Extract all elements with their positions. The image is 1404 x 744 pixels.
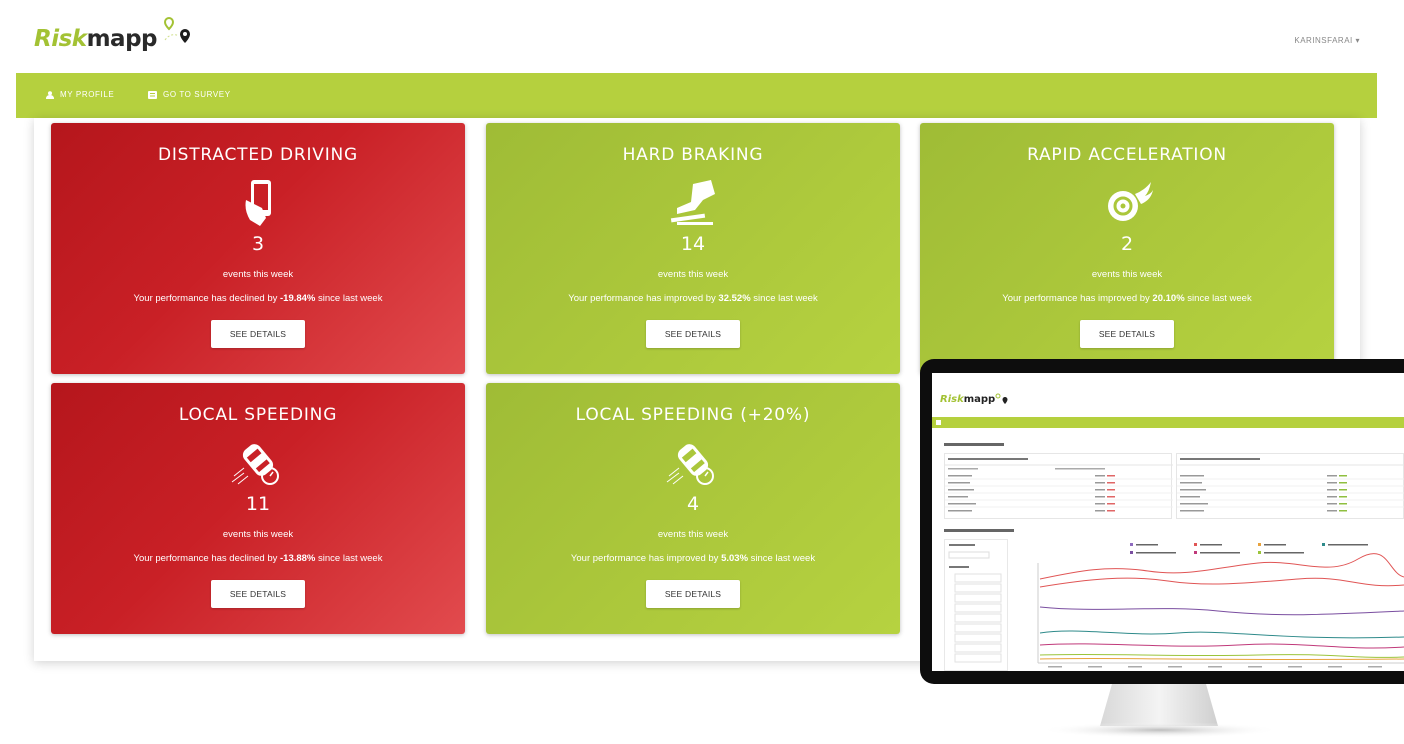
see-details-button[interactable]: SEE DETAILS [646,580,740,608]
monitor-stand-base [1040,722,1280,738]
see-details-button[interactable]: SEE DETAILS [646,320,740,348]
speeding-car-icon [663,438,723,488]
event-count: 2 [1120,233,1134,255]
user-menu-dropdown[interactable]: KARINSFARAI ▾ [1294,36,1360,45]
monitor-subsection-title [944,529,1014,534]
speeding-car-icon [228,438,288,488]
wheel-fire-icon [1097,178,1157,228]
see-details-button[interactable]: SEE DETAILS [211,580,305,608]
brand-logo[interactable]: Risk mapp [34,14,199,52]
performance-value: -19.84% [280,293,316,304]
monitor-logo: Risk mapp [940,393,1009,405]
monitor-section-title [944,443,1004,448]
performance-text: Your performance has improved by 5.03% s… [570,553,816,564]
monitor-line-chart [1018,541,1404,671]
monitor-navbar [932,417,1404,428]
phone-icon [228,178,288,228]
event-count-caption: events this week [222,269,294,280]
nav-my-profile-label: MY PROFILE [60,90,115,99]
monitor-mockup: Risk mapp [920,359,1404,684]
top-navbar: MY PROFILE GO TO SURVEY [16,73,1377,118]
brake-pedal-icon [663,178,723,228]
performance-value: 20.10% [1152,293,1185,304]
nav-go-to-survey[interactable]: GO TO SURVEY [148,90,231,99]
card-title: LOCAL SPEEDING (+20%) [575,405,811,425]
nav-my-profile[interactable]: MY PROFILE [46,90,114,99]
card-rapid-acceleration: RAPID ACCELERATION 2 events this week Yo… [920,123,1334,374]
performance-value: 5.03% [721,553,749,564]
event-count-caption: events this week [1091,269,1163,280]
performance-value: -13.88% [280,553,316,564]
see-details-button[interactable]: SEE DETAILS [1080,320,1174,348]
app-root: Risk mapp KARINSFARAI ▾ MY PROFILE GO TO… [0,0,1404,744]
map-pin-icon [995,393,1008,404]
monitor-screen: Risk mapp [932,373,1404,671]
logo-text-mapp: mapp [86,26,158,52]
monitor-nav-icon [936,420,941,425]
survey-icon [148,90,157,99]
event-count: 3 [251,233,265,255]
card-title: HARD BRAKING [622,145,764,165]
card-hard-braking: HARD BRAKING 14 events this week Your pe… [486,123,900,374]
performance-text: Your performance has improved by 32.52% … [568,293,818,304]
event-count: 4 [686,493,700,515]
monitor-table-right [1176,453,1404,519]
monitor-table-left [944,453,1173,519]
event-count-caption: events this week [657,529,729,540]
event-count-caption: events this week [222,529,294,540]
event-count: 11 [245,493,271,515]
card-local-speeding-20: LOCAL SPEEDING (+20%) 4 events this week… [486,383,900,634]
performance-value: 32.52% [718,293,751,304]
user-icon [46,90,54,99]
card-title: RAPID ACCELERATION [1027,145,1227,165]
map-pin-icon [159,14,199,52]
performance-text: Your performance has declined by -19.84%… [133,293,383,304]
nav-go-to-survey-label: GO TO SURVEY [163,90,231,99]
event-count: 14 [680,233,706,255]
logo-text-risk: Risk [34,26,87,52]
card-distracted-driving: DISTRACTED DRIVING 3 events this week Yo… [51,123,465,374]
card-title: DISTRACTED DRIVING [157,145,359,165]
card-local-speeding: LOCAL SPEEDING 11 events this week Your … [51,383,465,634]
monitor-filter-sidebar [944,539,1008,671]
performance-text: Your performance has declined by -13.88%… [133,553,383,564]
card-title: LOCAL SPEEDING [178,405,338,425]
see-details-button[interactable]: SEE DETAILS [211,320,305,348]
performance-text: Your performance has improved by 20.10% … [1002,293,1252,304]
event-count-caption: events this week [657,269,729,280]
